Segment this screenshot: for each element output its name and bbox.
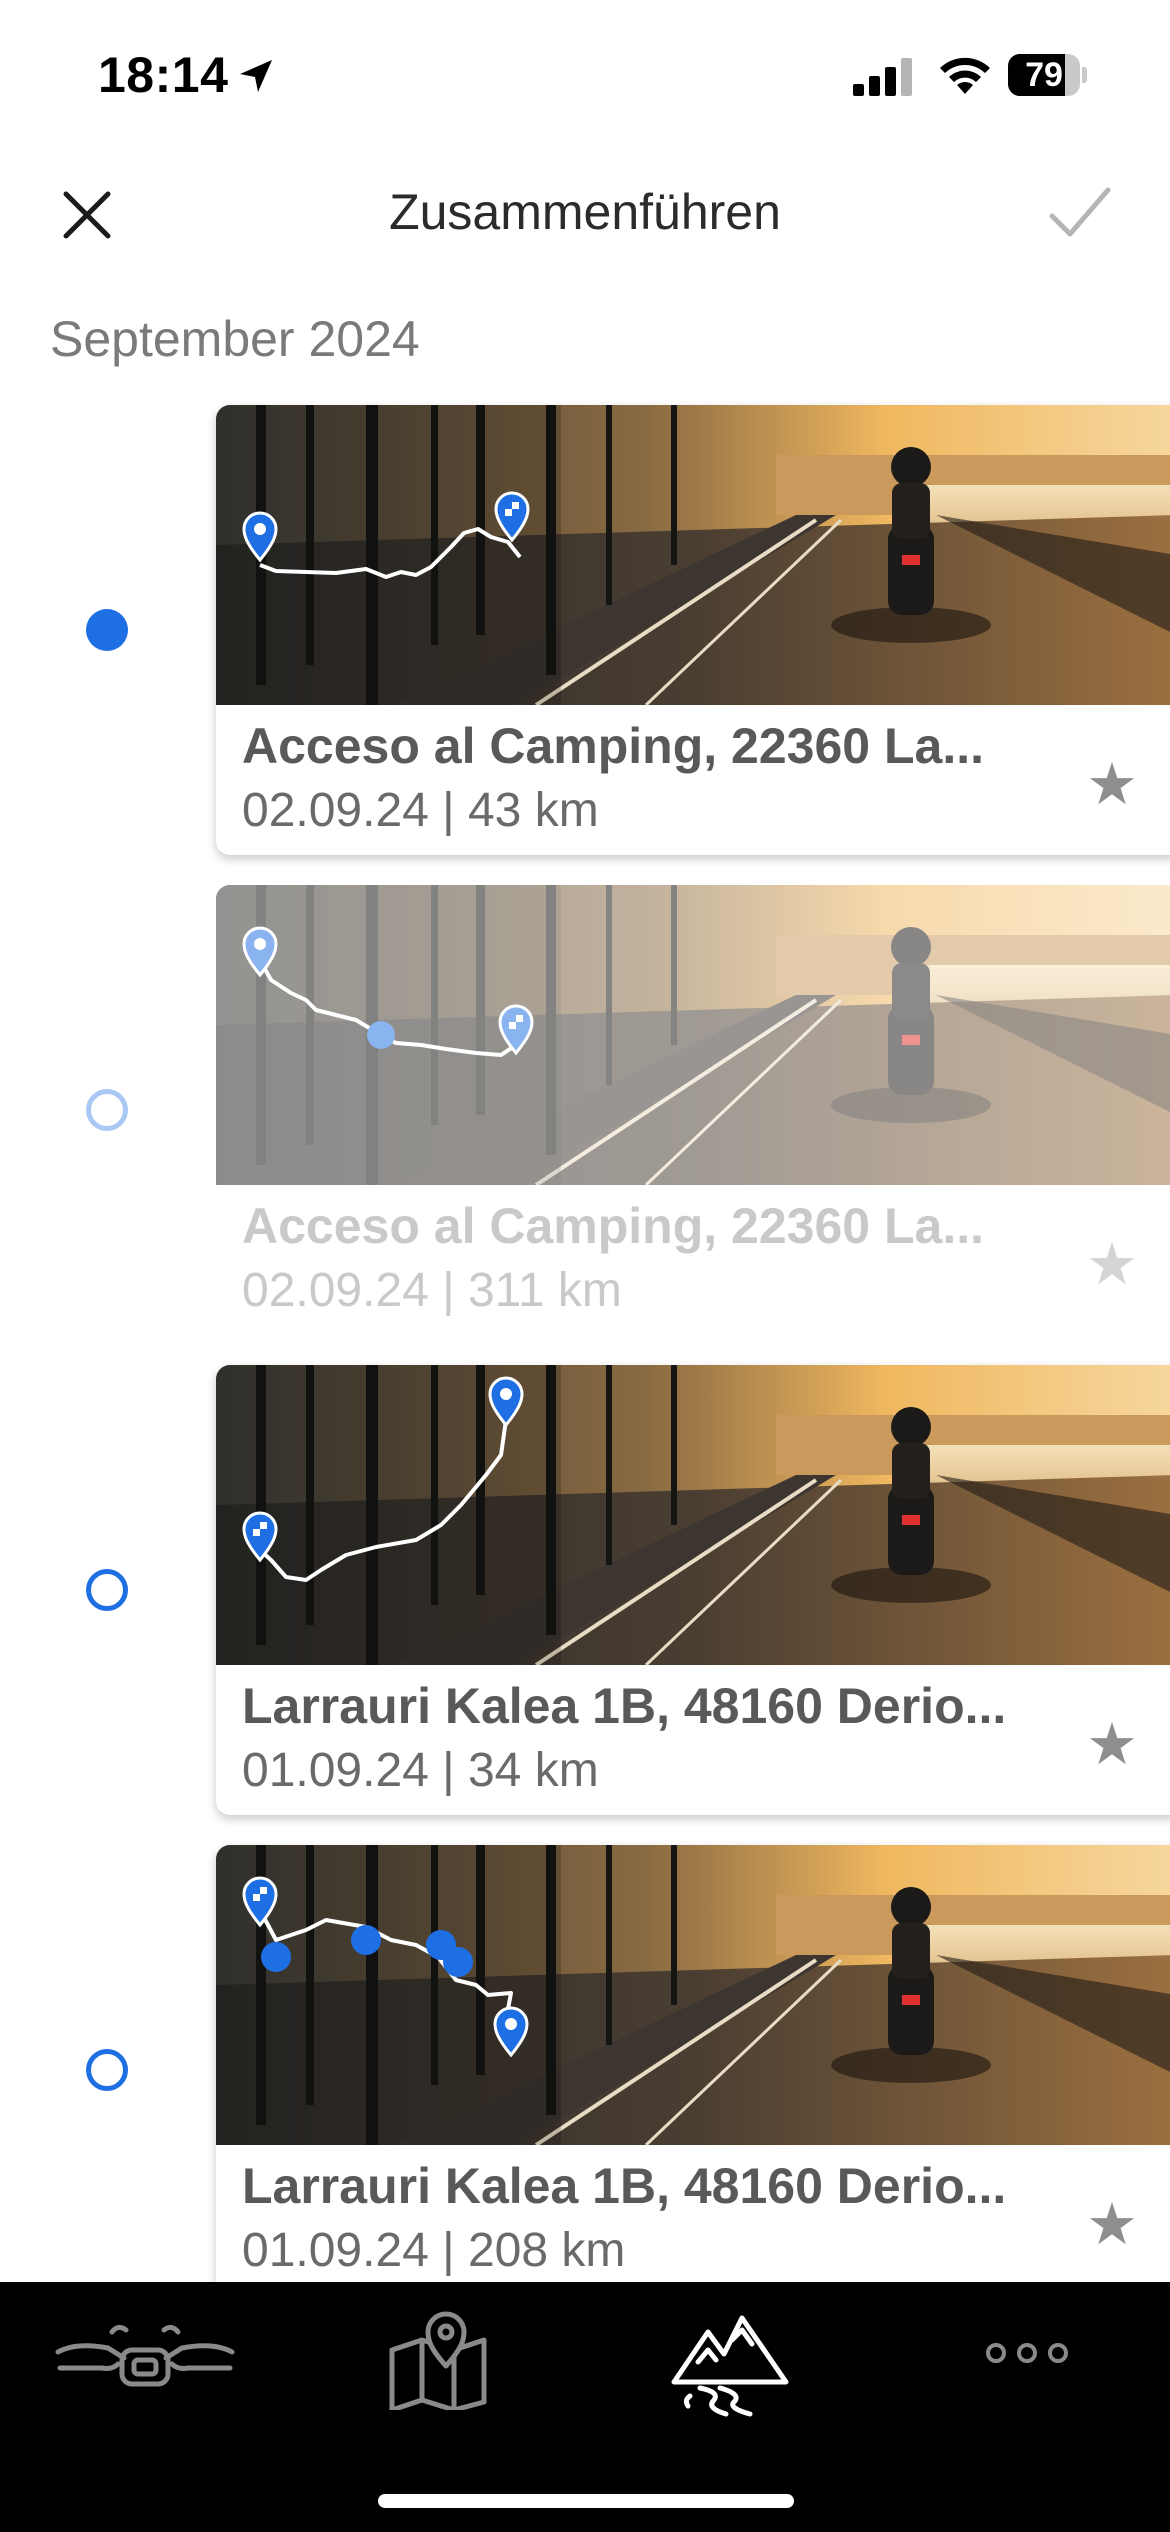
- location-arrow-icon: [240, 60, 272, 92]
- trip-thumbnail: [216, 1845, 1170, 2145]
- tab-more[interactable]: [876, 2282, 1168, 2432]
- tab-plan[interactable]: [292, 2282, 584, 2432]
- cellular-signal-icon: [853, 58, 912, 96]
- tab-trips[interactable]: [584, 2282, 876, 2432]
- section-header-month: September 2024: [50, 311, 420, 367]
- trip-meta: 01.09.24 | 34 km: [242, 1744, 599, 1797]
- home-indicator: [378, 2494, 794, 2508]
- radio-unselected[interactable]: [86, 1569, 128, 1611]
- wifi-icon: [940, 57, 990, 94]
- trip-thumbnail: [216, 885, 1170, 1185]
- trip-meta: 01.09.24 | 208 km: [242, 2224, 626, 2277]
- battery-icon: 79: [1008, 54, 1087, 96]
- more-dots-icon: [986, 2343, 1068, 2363]
- trip-meta: 02.09.24 | 43 km: [242, 784, 599, 837]
- star-icon[interactable]: ★: [1086, 750, 1138, 818]
- trip-row[interactable]: Larrauri Kalea 1B, 48160 Derio... 01.09.…: [0, 1840, 1170, 2310]
- trip-row[interactable]: Acceso al Camping, 22360 La... 02.09.24 …: [0, 880, 1170, 1350]
- trip-thumbnail: [216, 1365, 1170, 1665]
- tab-bar: [0, 2282, 1170, 2532]
- trip-card[interactable]: Larrauri Kalea 1B, 48160 Derio... 01.09.…: [216, 1365, 1170, 1815]
- trip-row[interactable]: Larrauri Kalea 1B, 48160 Derio... 01.09.…: [0, 1360, 1170, 1830]
- trip-name: Acceso al Camping, 22360 La...: [242, 718, 984, 774]
- trip-row[interactable]: Acceso al Camping, 22360 La... 02.09.24 …: [0, 400, 1170, 870]
- trip-card[interactable]: Acceso al Camping, 22360 La... 02.09.24 …: [216, 405, 1170, 855]
- trip-card[interactable]: Larrauri Kalea 1B, 48160 Derio... 01.09.…: [216, 1845, 1170, 2295]
- trip-meta: 02.09.24 | 311 km: [242, 1264, 622, 1317]
- navigation-header: Zusammenführen: [0, 150, 1170, 270]
- trip-thumbnail: [216, 405, 1170, 705]
- star-icon[interactable]: ★: [1086, 1230, 1138, 1298]
- battery-percentage: 79: [1025, 56, 1063, 94]
- trip-name: Larrauri Kalea 1B, 48160 Derio...: [242, 1678, 1007, 1734]
- status-time: 18:14: [98, 47, 229, 103]
- radio-selected[interactable]: [86, 609, 128, 651]
- motorcycle-handlebar-icon: [55, 2324, 235, 2387]
- star-icon[interactable]: ★: [1086, 1710, 1138, 1778]
- checkmark-icon[interactable]: [1040, 178, 1120, 248]
- radio-disabled[interactable]: [86, 1089, 128, 1131]
- radio-unselected[interactable]: [86, 2049, 128, 2091]
- tab-ride[interactable]: [0, 2282, 292, 2432]
- mountain-road-icon: [671, 2315, 789, 2417]
- star-icon[interactable]: ★: [1086, 2190, 1138, 2258]
- map-pin-icon: [389, 2311, 487, 2410]
- page-title: Zusammenführen: [389, 184, 781, 240]
- status-bar: 18:14 79: [0, 0, 1170, 150]
- trip-name: Acceso al Camping, 22360 La...: [242, 1198, 984, 1254]
- trip-card[interactable]: Acceso al Camping, 22360 La... 02.09.24 …: [216, 885, 1170, 1335]
- trip-name: Larrauri Kalea 1B, 48160 Derio...: [242, 2158, 1007, 2214]
